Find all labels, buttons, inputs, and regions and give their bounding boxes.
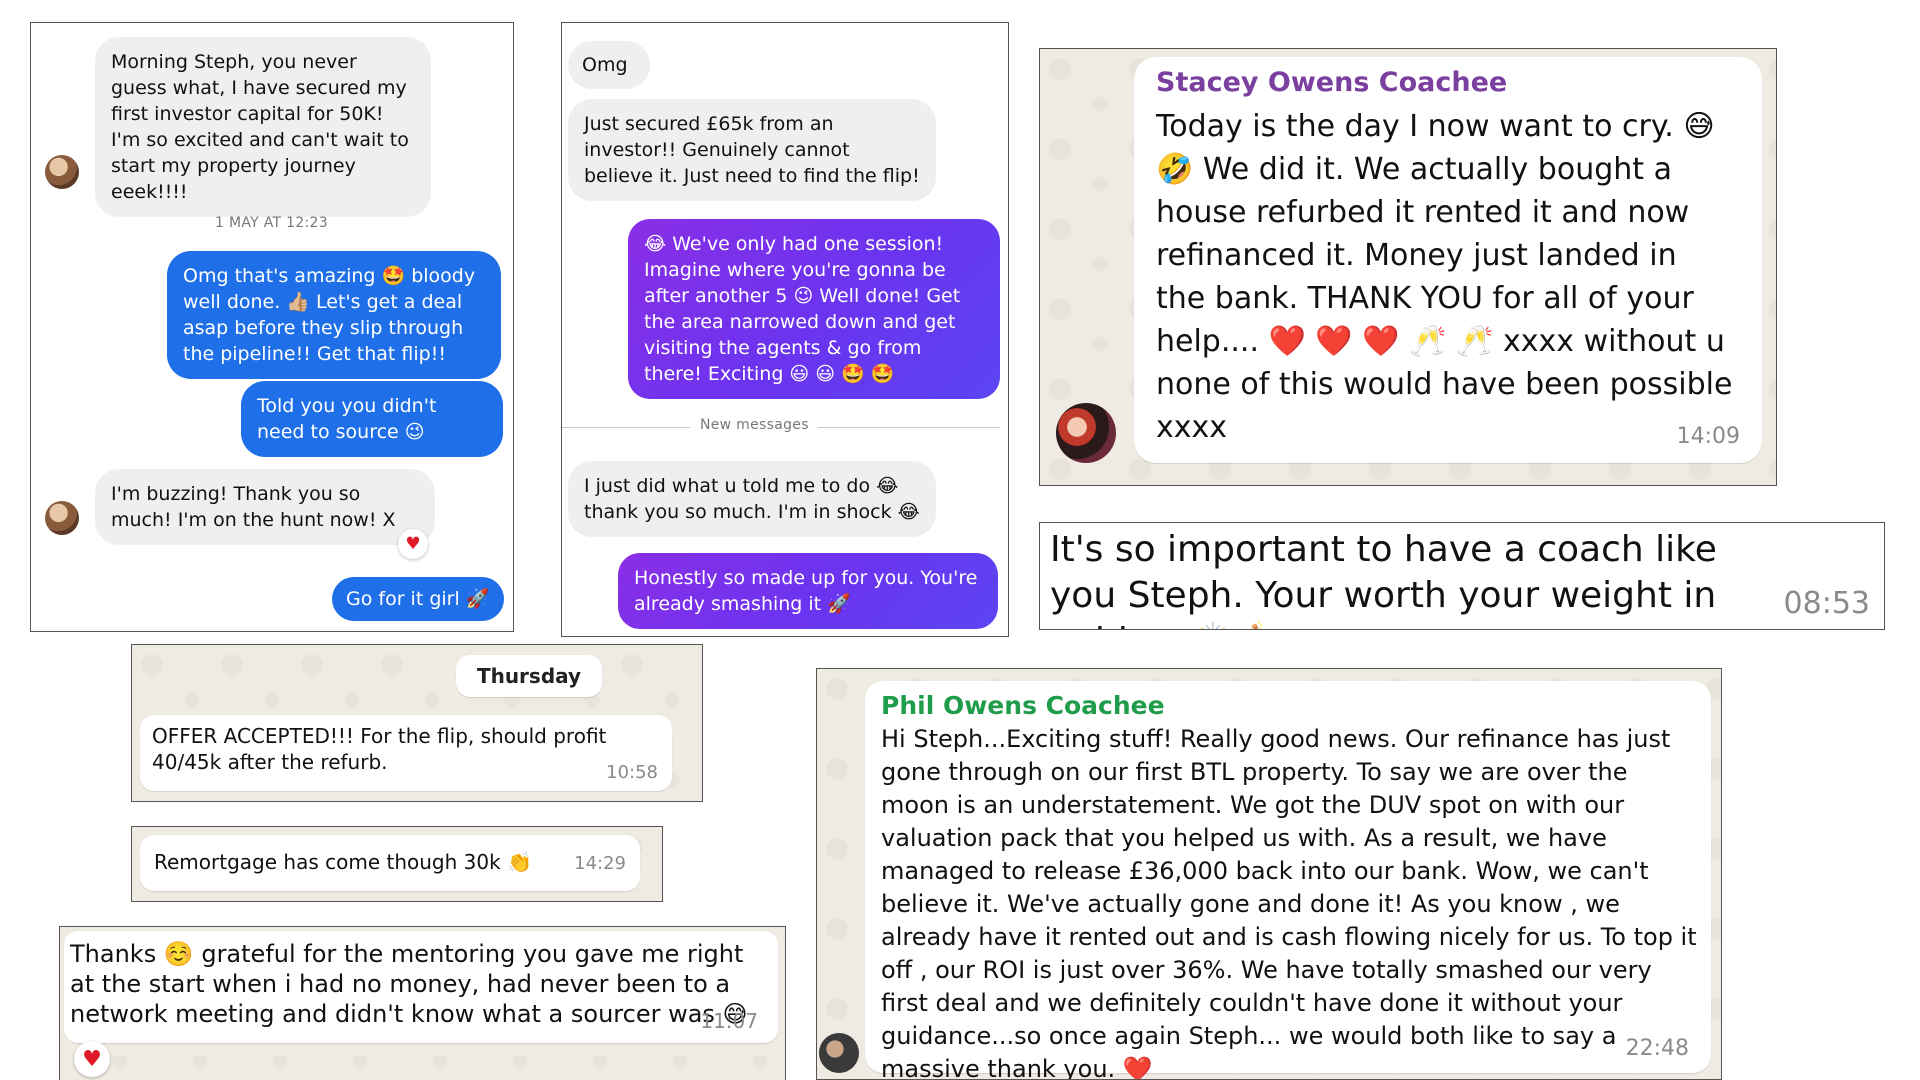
chat-panel-2: Omg Just secured £65k from an investor!!…: [561, 22, 1009, 637]
new-messages-label: New messages: [700, 417, 809, 433]
message-bubble: Remortgage has come though 30k 👏 14:29: [140, 835, 640, 891]
message-text: Hi Steph...Exciting stuff! Really good n…: [881, 725, 1697, 1080]
avatar: [45, 155, 79, 189]
incoming-message: I'm buzzing! Thank you so much! I'm on t…: [95, 469, 435, 545]
message-bubble: Thanks ☺️ grateful for the mentoring you…: [64, 931, 778, 1043]
outgoing-message: Honestly so made up for you. You're alre…: [618, 553, 998, 629]
emoji-icons: 🙌 🍾: [1191, 621, 1292, 629]
message-time: 22:48: [1625, 1036, 1689, 1061]
timestamp: 1 MAY AT 12:23: [215, 215, 328, 231]
message-text: Today is the day I now want to cry. 😅 🤣 …: [1156, 109, 1733, 445]
outgoing-message: Told you you didn't need to source 😉: [241, 381, 503, 457]
heart-reaction-icon: ♥: [74, 1041, 110, 1077]
message-time: 11:07: [700, 1009, 758, 1033]
chat-panel-8: Phil Owens Coachee Hi Steph...Exciting s…: [816, 668, 1722, 1080]
divider: [562, 427, 690, 428]
message-time: 14:29: [574, 853, 626, 874]
avatar: [45, 501, 79, 535]
message-text: Remortgage has come though 30k 👏: [154, 850, 532, 874]
chat-panel-4: It's so important to have a coach like y…: [1039, 522, 1885, 630]
message-bubble: OFFER ACCEPTED!!! For the flip, should p…: [140, 715, 672, 791]
divider: [818, 427, 1000, 428]
sender-name: Phil Owens Coachee: [881, 691, 1165, 720]
day-label: Thursday: [456, 655, 602, 697]
incoming-message: Morning Steph, you never guess what, I h…: [95, 37, 431, 217]
incoming-message: Just secured £65k from an investor!! Gen…: [568, 99, 936, 201]
message-bubble: Stacey Owens Coachee Today is the day I …: [1134, 57, 1762, 463]
message-body: It's so important to have a coach like y…: [1050, 529, 1717, 629]
incoming-message: Omg: [568, 41, 650, 89]
message-time: 14:09: [1676, 424, 1740, 449]
message-text: OFFER ACCEPTED!!! For the flip, should p…: [152, 724, 607, 774]
message-text: Thanks ☺️ grateful for the mentoring you…: [70, 940, 748, 1028]
outgoing-message: Go for it girl 🚀: [332, 577, 504, 621]
heart-reaction-icon: ♥: [398, 529, 428, 559]
chat-panel-1: Morning Steph, you never guess what, I h…: [30, 22, 514, 632]
message-text: It's so important to have a coach like y…: [1050, 527, 1750, 629]
chat-panel-3: Stacey Owens Coachee Today is the day I …: [1039, 48, 1777, 486]
outgoing-message: Omg that's amazing 🤩 bloody well done. 👍…: [167, 251, 501, 379]
avatar: [1056, 403, 1116, 463]
message-bubble: Phil Owens Coachee Hi Steph...Exciting s…: [865, 681, 1711, 1079]
chat-panel-7: Thanks ☺️ grateful for the mentoring you…: [59, 926, 786, 1080]
sender-name: Stacey Owens Coachee: [1156, 67, 1508, 98]
message-time: 10:58: [606, 762, 658, 783]
message-time: 08:53: [1783, 586, 1870, 621]
chat-panel-6: Remortgage has come though 30k 👏 14:29: [131, 826, 663, 902]
outgoing-message: 😂 We've only had one session! Imagine wh…: [628, 219, 1000, 399]
incoming-message: I just did what u told me to do 😂 thank …: [568, 461, 936, 537]
avatar: [819, 1033, 859, 1073]
chat-panel-5: Thursday OFFER ACCEPTED!!! For the flip,…: [131, 644, 703, 802]
